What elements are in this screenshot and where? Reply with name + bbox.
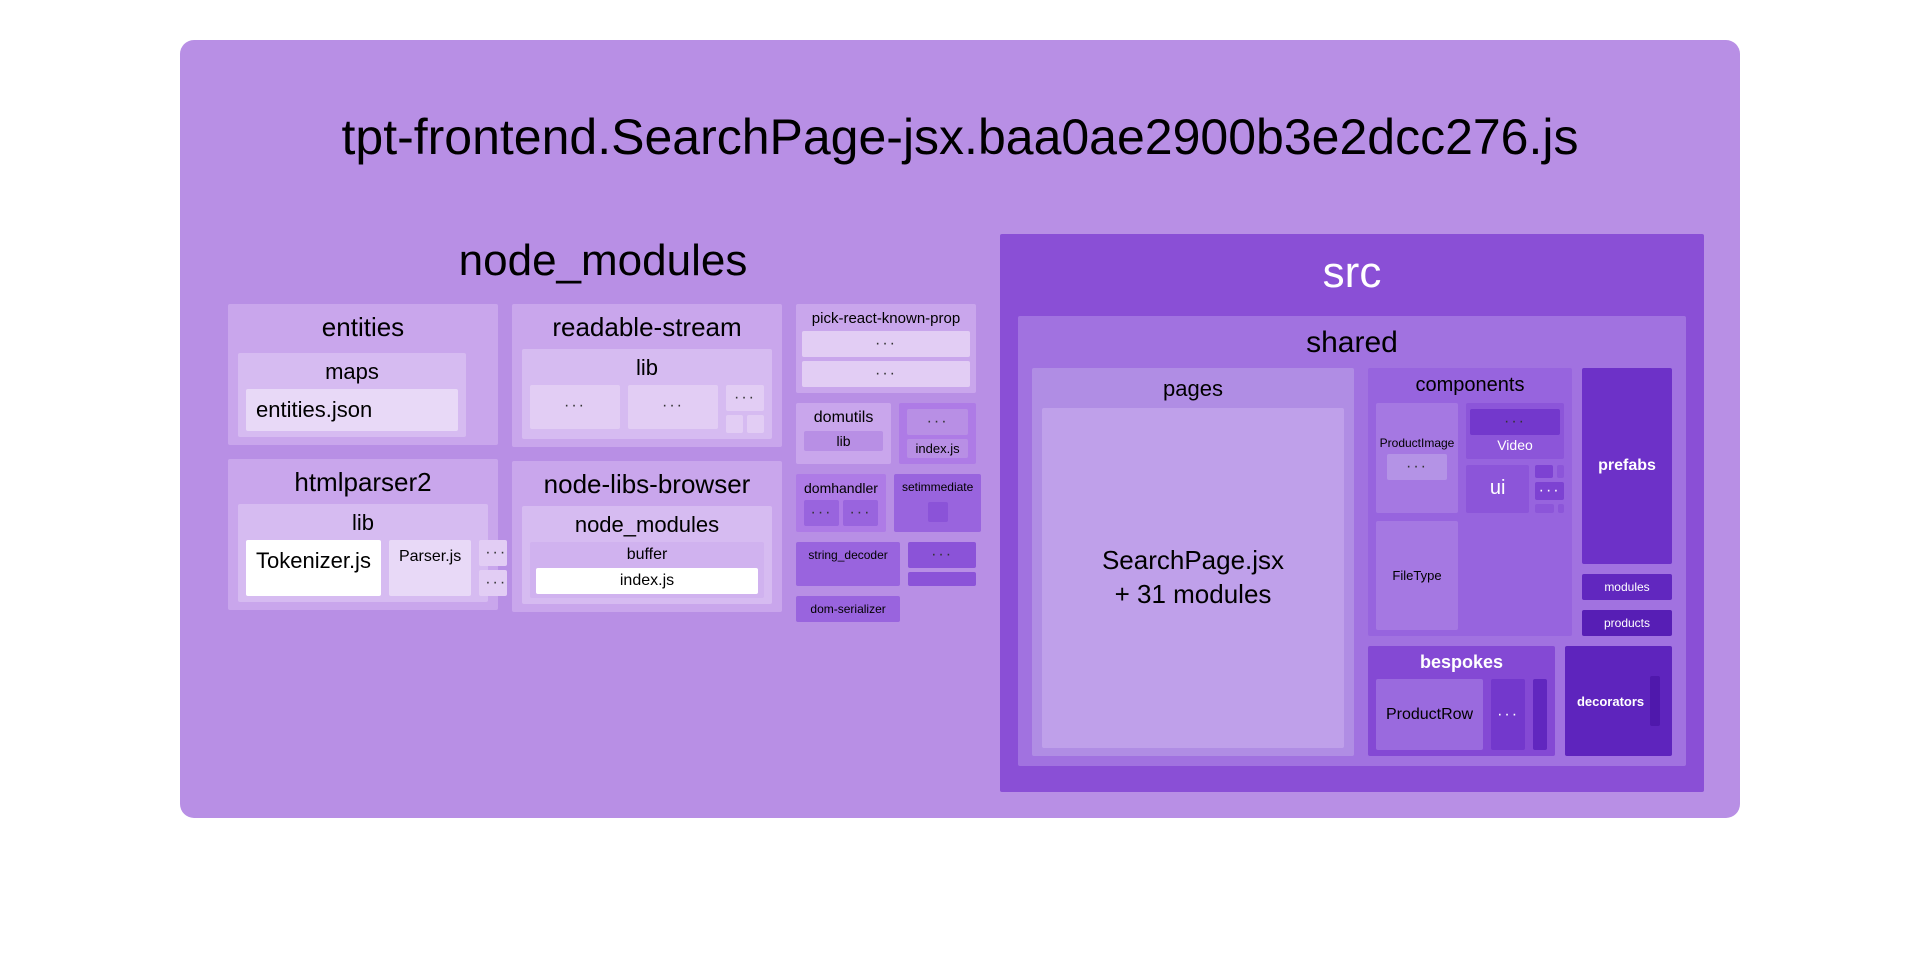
rs-more-1[interactable]: ···	[530, 385, 620, 429]
node-libs-browser-title: node-libs-browser	[522, 469, 772, 500]
decorators-box[interactable]: decorators	[1565, 646, 1672, 756]
domutils-box[interactable]: domutils lib	[796, 403, 891, 464]
pick-more-2[interactable]: ···	[802, 361, 970, 387]
prefabs-box[interactable]: prefabs	[1582, 368, 1672, 564]
node-modules-title: node_modules	[228, 236, 978, 286]
readable-stream-lib[interactable]: lib ··· ··· ···	[522, 349, 772, 439]
product-row-box[interactable]: ProductRow	[1376, 679, 1483, 750]
pick-react-known-prop-box[interactable]: pick-react-known-prop ··· ···	[796, 304, 976, 393]
nlb-node-modules[interactable]: node_modules buffer index.js	[522, 506, 772, 604]
domhandler-box[interactable]: domhandler ··· ···	[796, 474, 886, 532]
products-box[interactable]: products	[1582, 610, 1672, 636]
entities-maps[interactable]: maps entities.json	[238, 353, 466, 437]
file-type-box[interactable]: FileType	[1376, 521, 1458, 631]
bespokes-box[interactable]: bespokes ProductRow ···	[1368, 646, 1555, 756]
video-comp[interactable]: ··· Video	[1466, 403, 1564, 459]
nlb-index-file[interactable]: index.js	[536, 568, 758, 594]
rs-more-2[interactable]: ···	[628, 385, 718, 429]
readable-stream-title: readable-stream	[522, 312, 772, 343]
dom-serializer-box[interactable]: dom-serializer	[796, 596, 900, 622]
nlb-buffer-box[interactable]: buffer index.js	[530, 542, 764, 598]
ui-comp[interactable]: ui	[1466, 465, 1529, 513]
rs-more-3[interactable]: ···	[726, 385, 764, 411]
pick-more-1[interactable]: ···	[802, 331, 970, 357]
node-modules-section[interactable]: node_modules entities maps entities.json	[228, 236, 978, 622]
readable-stream-box[interactable]: readable-stream lib ··· ··· ···	[512, 304, 782, 447]
product-image-box[interactable]: ProductImage ···	[1376, 403, 1458, 513]
rs-more-5[interactable]	[747, 415, 764, 433]
treemap-root: tpt-frontend.SearchPage-jsx.baa0ae2900b3…	[180, 40, 1740, 818]
parser-file[interactable]: Parser.js	[389, 540, 471, 596]
components-box[interactable]: components ProductImage ··· ···	[1368, 368, 1572, 636]
src-section[interactable]: src shared pages SearchPage.jsx + 31 mod…	[1000, 234, 1704, 792]
htmlparser2-more-1[interactable]: ···	[479, 540, 507, 566]
entities-json-file[interactable]: entities.json	[246, 389, 458, 431]
entities-box[interactable]: entities maps entities.json	[228, 304, 498, 445]
node-modules-grid: entities maps entities.json htmlparser2 …	[228, 304, 978, 622]
string-decoder-box[interactable]: string_decoder	[796, 542, 900, 586]
shared-box[interactable]: shared pages SearchPage.jsx + 31 modules…	[1018, 316, 1686, 766]
tokenizer-file[interactable]: Tokenizer.js	[246, 540, 381, 596]
src-title: src	[1018, 248, 1686, 298]
modules-box[interactable]: modules	[1582, 574, 1672, 600]
htmlparser2-lib[interactable]: lib Tokenizer.js Parser.js ··· ···	[238, 504, 488, 602]
rs-more-4[interactable]	[726, 415, 743, 433]
entities-extra-chip[interactable]	[474, 349, 488, 393]
searchpage-module[interactable]: SearchPage.jsx + 31 modules	[1042, 408, 1344, 748]
indexjs-box[interactable]: ··· index.js	[899, 403, 976, 464]
htmlparser2-more-2[interactable]: ···	[479, 570, 507, 596]
htmlparser2-box[interactable]: htmlparser2 lib Tokenizer.js Parser.js ·…	[228, 459, 498, 610]
pages-box[interactable]: pages SearchPage.jsx + 31 modules	[1032, 368, 1354, 756]
setimmediate-chip[interactable]	[928, 502, 948, 522]
shared-title: shared	[1032, 326, 1672, 360]
bundle-title: tpt-frontend.SearchPage-jsx.baa0ae2900b3…	[180, 108, 1740, 166]
htmlparser2-title: htmlparser2	[238, 467, 488, 498]
entities-title: entities	[238, 312, 488, 343]
node-libs-browser-box[interactable]: node-libs-browser node_modules buffer in…	[512, 461, 782, 612]
setimmediate-box[interactable]: setimmediate	[894, 474, 981, 532]
